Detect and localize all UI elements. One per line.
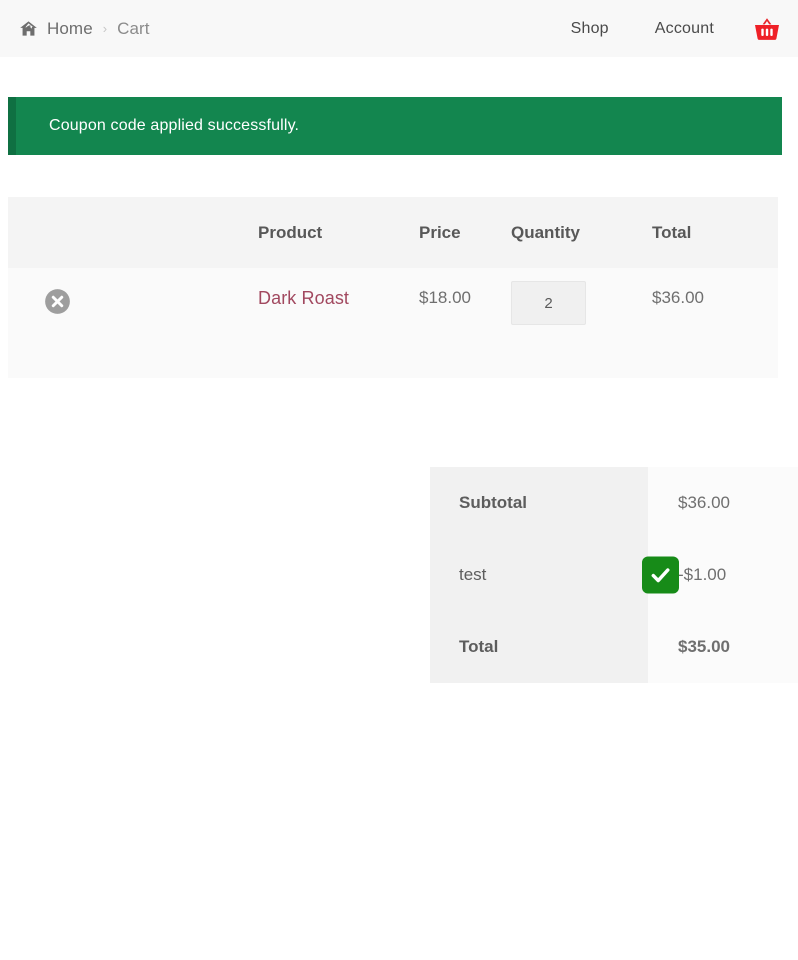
cart-totals-body: Subtotal $36.00 test -$1.00 Total $35.00 — [430, 467, 798, 683]
chevron-right-icon: › — [102, 21, 108, 36]
cart-items-table: Product Price Quantity Total Dark Roast — [8, 197, 778, 378]
column-header-remove — [8, 197, 258, 268]
column-header-product: Product — [258, 197, 419, 268]
order-total-label: Total — [430, 611, 648, 683]
table-row: Dark Roast $18.00 $36.00 — [8, 268, 778, 378]
coupon-discount-row: test -$1.00 — [430, 539, 798, 611]
cell-total: $36.00 — [652, 268, 778, 378]
coupon-success-alert: Coupon code applied successfully. — [8, 97, 782, 155]
remove-item-button[interactable] — [44, 288, 71, 315]
cell-product: Dark Roast — [258, 268, 419, 378]
alert-message: Coupon code applied successfully. — [49, 117, 300, 134]
quantity-input[interactable] — [511, 281, 586, 325]
alert-success-body: Coupon code applied successfully. — [8, 97, 782, 155]
home-icon — [19, 19, 38, 38]
coupon-label: test — [430, 539, 679, 611]
order-total-value: $35.00 — [648, 611, 798, 683]
product-name-link[interactable]: Dark Roast — [258, 288, 349, 308]
nav-link-shop[interactable]: Shop — [548, 20, 632, 38]
main-nav: Shop Account — [548, 17, 798, 41]
cart-totals-table: Subtotal $36.00 test -$1.00 Total $35.00 — [430, 467, 798, 683]
cart-table-head: Product Price Quantity Total — [8, 197, 778, 268]
subtotal-row: Subtotal $36.00 — [430, 467, 798, 539]
breadcrumb-current-page: Cart — [117, 18, 150, 38]
column-header-price: Price — [419, 197, 511, 268]
shopping-basket-icon — [754, 17, 780, 41]
column-header-total: Total — [652, 197, 778, 268]
cart-table-body: Dark Roast $18.00 $36.00 — [8, 268, 778, 378]
coupon-code-text: test — [459, 565, 487, 584]
cell-quantity — [511, 268, 652, 378]
subtotal-label: Subtotal — [430, 467, 648, 539]
column-header-quantity: Quantity — [511, 197, 652, 268]
product-price: $18.00 — [419, 288, 471, 307]
breadcrumb: Home › Cart — [0, 19, 150, 39]
breadcrumb-home-link[interactable]: Home — [47, 19, 93, 39]
cell-price: $18.00 — [419, 268, 511, 378]
nav-link-account[interactable]: Account — [632, 20, 737, 38]
cart-table-header-row: Product Price Quantity Total — [8, 197, 778, 268]
cart-button[interactable] — [737, 17, 780, 41]
order-total-row: Total $35.00 — [430, 611, 798, 683]
site-header: Home › Cart Shop Account — [0, 0, 798, 57]
product-line-total: $36.00 — [652, 288, 704, 307]
cell-remove — [8, 268, 258, 378]
green-check-badge-icon[interactable] — [642, 556, 679, 594]
subtotal-value: $36.00 — [648, 467, 798, 539]
